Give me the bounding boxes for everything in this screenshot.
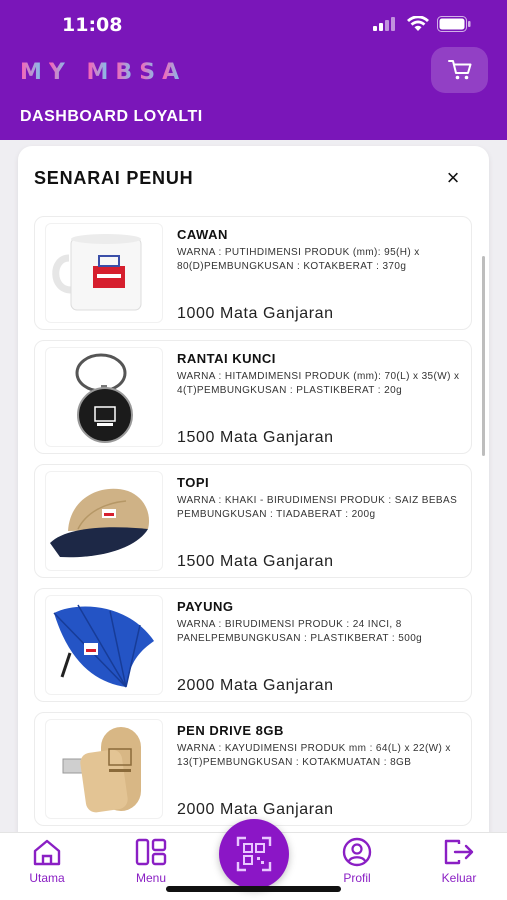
product-info: PAYUNG WARNA : BIRUDIMENSI PRODUK : 24 I… (177, 599, 467, 646)
product-points: 1500 Mata Ganjaran (177, 553, 334, 570)
nav-logout-label: Keluar (441, 871, 477, 885)
product-name: CAWAN (177, 227, 228, 242)
product-name: RANTAI KUNCI (177, 351, 276, 366)
product-card[interactable]: RANTAI KUNCI WARNA : HITAMDIMENSI PRODUK… (34, 340, 472, 454)
product-info: TOPI WARNA : KHAKI - BIRUDIMENSI PRODUK … (177, 475, 467, 522)
product-card[interactable]: PEN DRIVE 8GB WARNA : KAYUDIMENSI PRODUK… (34, 712, 472, 826)
product-card[interactable]: CAWAN WARNA : PUTIHDIMENSI PRODUK (mm): … (34, 216, 472, 330)
product-image (45, 347, 163, 447)
nav-menu-label: Menu (135, 871, 167, 885)
wifi-icon (407, 16, 429, 31)
cap-icon (50, 488, 150, 558)
nav-logout[interactable]: Keluar (424, 835, 494, 885)
scrollbar[interactable] (482, 256, 485, 456)
signal-icon (373, 17, 395, 31)
close-icon: × (446, 165, 460, 190)
product-points: 1500 Mata Ganjaran (177, 429, 334, 446)
cart-button[interactable] (431, 47, 488, 93)
nav-menu[interactable]: Menu (116, 835, 186, 885)
app-logo: MY MBSA (20, 60, 187, 85)
product-card[interactable]: TOPI WARNA : KHAKI - BIRUDIMENSI PRODUK … (34, 464, 472, 578)
product-points: 1000 Mata Ganjaran (177, 305, 334, 322)
product-image (45, 719, 163, 819)
logout-icon (444, 839, 474, 865)
nav-profile[interactable]: Profil (322, 835, 392, 885)
home-indicator (166, 886, 341, 892)
qr-code-icon (236, 836, 272, 872)
page-title: DASHBOARD LOYALTI (20, 108, 203, 125)
status-time: 11:08 (62, 14, 123, 36)
nav-profile-label: Profil (343, 871, 371, 885)
product-description: WARNA : PUTIHDIMENSI PRODUK (mm): 95(H) … (177, 247, 420, 272)
nav-home[interactable]: Utama (12, 835, 82, 885)
status-icons (373, 16, 471, 32)
home-icon (33, 839, 61, 866)
product-points: 2000 Mata Ganjaran (177, 677, 334, 694)
product-points: 2000 Mata Ganjaran (177, 801, 334, 818)
umbrella-icon (53, 604, 154, 688)
modal-title: SENARAI PENUH (34, 168, 194, 188)
product-list: CAWAN WARNA : PUTIHDIMENSI PRODUK (mm): … (34, 216, 472, 836)
status-bar: 11:08 (0, 0, 507, 48)
product-info: PEN DRIVE 8GB WARNA : KAYUDIMENSI PRODUK… (177, 723, 467, 770)
product-description: WARNA : HITAMDIMENSI PRODUK (mm): 70(L) … (177, 371, 460, 396)
cart-icon (447, 60, 471, 80)
menu-grid-icon (135, 838, 167, 866)
app-header: 11:08 MY MBSA DASHBOARD LOYALTI (0, 0, 507, 140)
mug-icon (52, 234, 142, 311)
product-image (45, 595, 163, 695)
profile-icon (342, 837, 372, 867)
full-list-modal: SENARAI PENUH × CAWAN WARNA : PUTIHDIMEN… (18, 146, 489, 846)
product-name: PEN DRIVE 8GB (177, 723, 284, 738)
product-description: WARNA : KHAKI - BIRUDIMENSI PRODUK : SAI… (177, 495, 458, 520)
battery-icon (437, 16, 471, 32)
product-name: PAYUNG (177, 599, 234, 614)
pendrive-icon (62, 727, 141, 813)
product-image (45, 471, 163, 571)
keychain-icon (75, 353, 133, 443)
product-description: WARNA : KAYUDIMENSI PRODUK mm : 64(L) x … (177, 743, 451, 768)
product-description: WARNA : BIRUDIMENSI PRODUK : 24 INCI, 8 … (177, 619, 423, 644)
product-info: CAWAN WARNA : PUTIHDIMENSI PRODUK (mm): … (177, 227, 467, 274)
nav-home-label: Utama (29, 871, 65, 885)
close-button[interactable]: × (439, 164, 467, 192)
product-info: RANTAI KUNCI WARNA : HITAMDIMENSI PRODUK… (177, 351, 467, 398)
product-name: TOPI (177, 475, 210, 490)
qr-scan-button[interactable] (219, 819, 289, 889)
product-image (45, 223, 163, 323)
product-card[interactable]: PAYUNG WARNA : BIRUDIMENSI PRODUK : 24 I… (34, 588, 472, 702)
